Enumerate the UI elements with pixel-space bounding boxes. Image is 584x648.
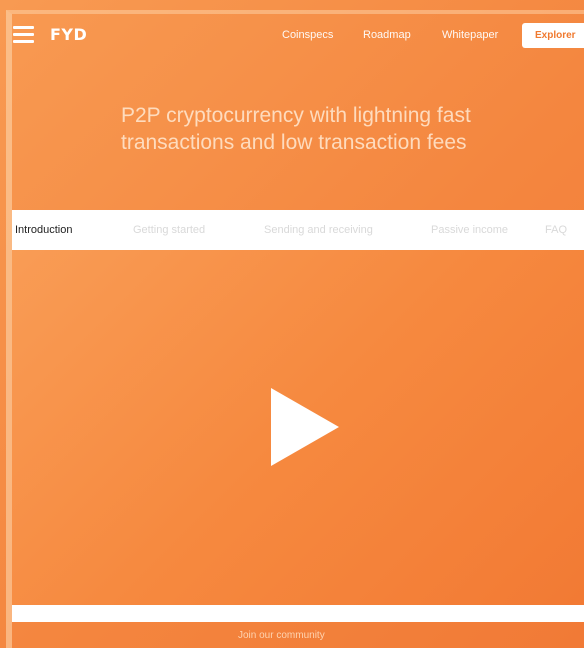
video-player[interactable]	[12, 250, 584, 605]
nav-link-whitepaper[interactable]: Whitepaper	[442, 29, 498, 42]
content-strip	[12, 605, 584, 622]
tab-sending-and-receiving[interactable]: Sending and receiving	[264, 224, 373, 237]
nav-link-coinspecs[interactable]: Coinspecs	[282, 29, 333, 42]
hero-title: P2P cryptocurrency with lightning fast t…	[121, 104, 471, 154]
join-community-link[interactable]: Join our community	[238, 630, 325, 642]
tab-faq[interactable]: FAQ	[545, 224, 567, 237]
tab-getting-started[interactable]: Getting started	[133, 224, 205, 237]
hamburger-menu-icon[interactable]	[13, 26, 34, 43]
nav-link-roadmap[interactable]: Roadmap	[363, 29, 411, 42]
tab-introduction[interactable]: Introduction	[15, 224, 72, 237]
explorer-button[interactable]: Explorer	[522, 23, 584, 48]
tab-passive-income[interactable]: Passive income	[431, 224, 508, 237]
play-icon[interactable]	[271, 388, 339, 466]
top-navigation-bar: FYD Coinspecs Roadmap Whitepaper Explore…	[0, 0, 584, 70]
logo[interactable]: FYD	[50, 26, 87, 44]
section-tabs: Introduction Getting started Sending and…	[12, 210, 584, 250]
